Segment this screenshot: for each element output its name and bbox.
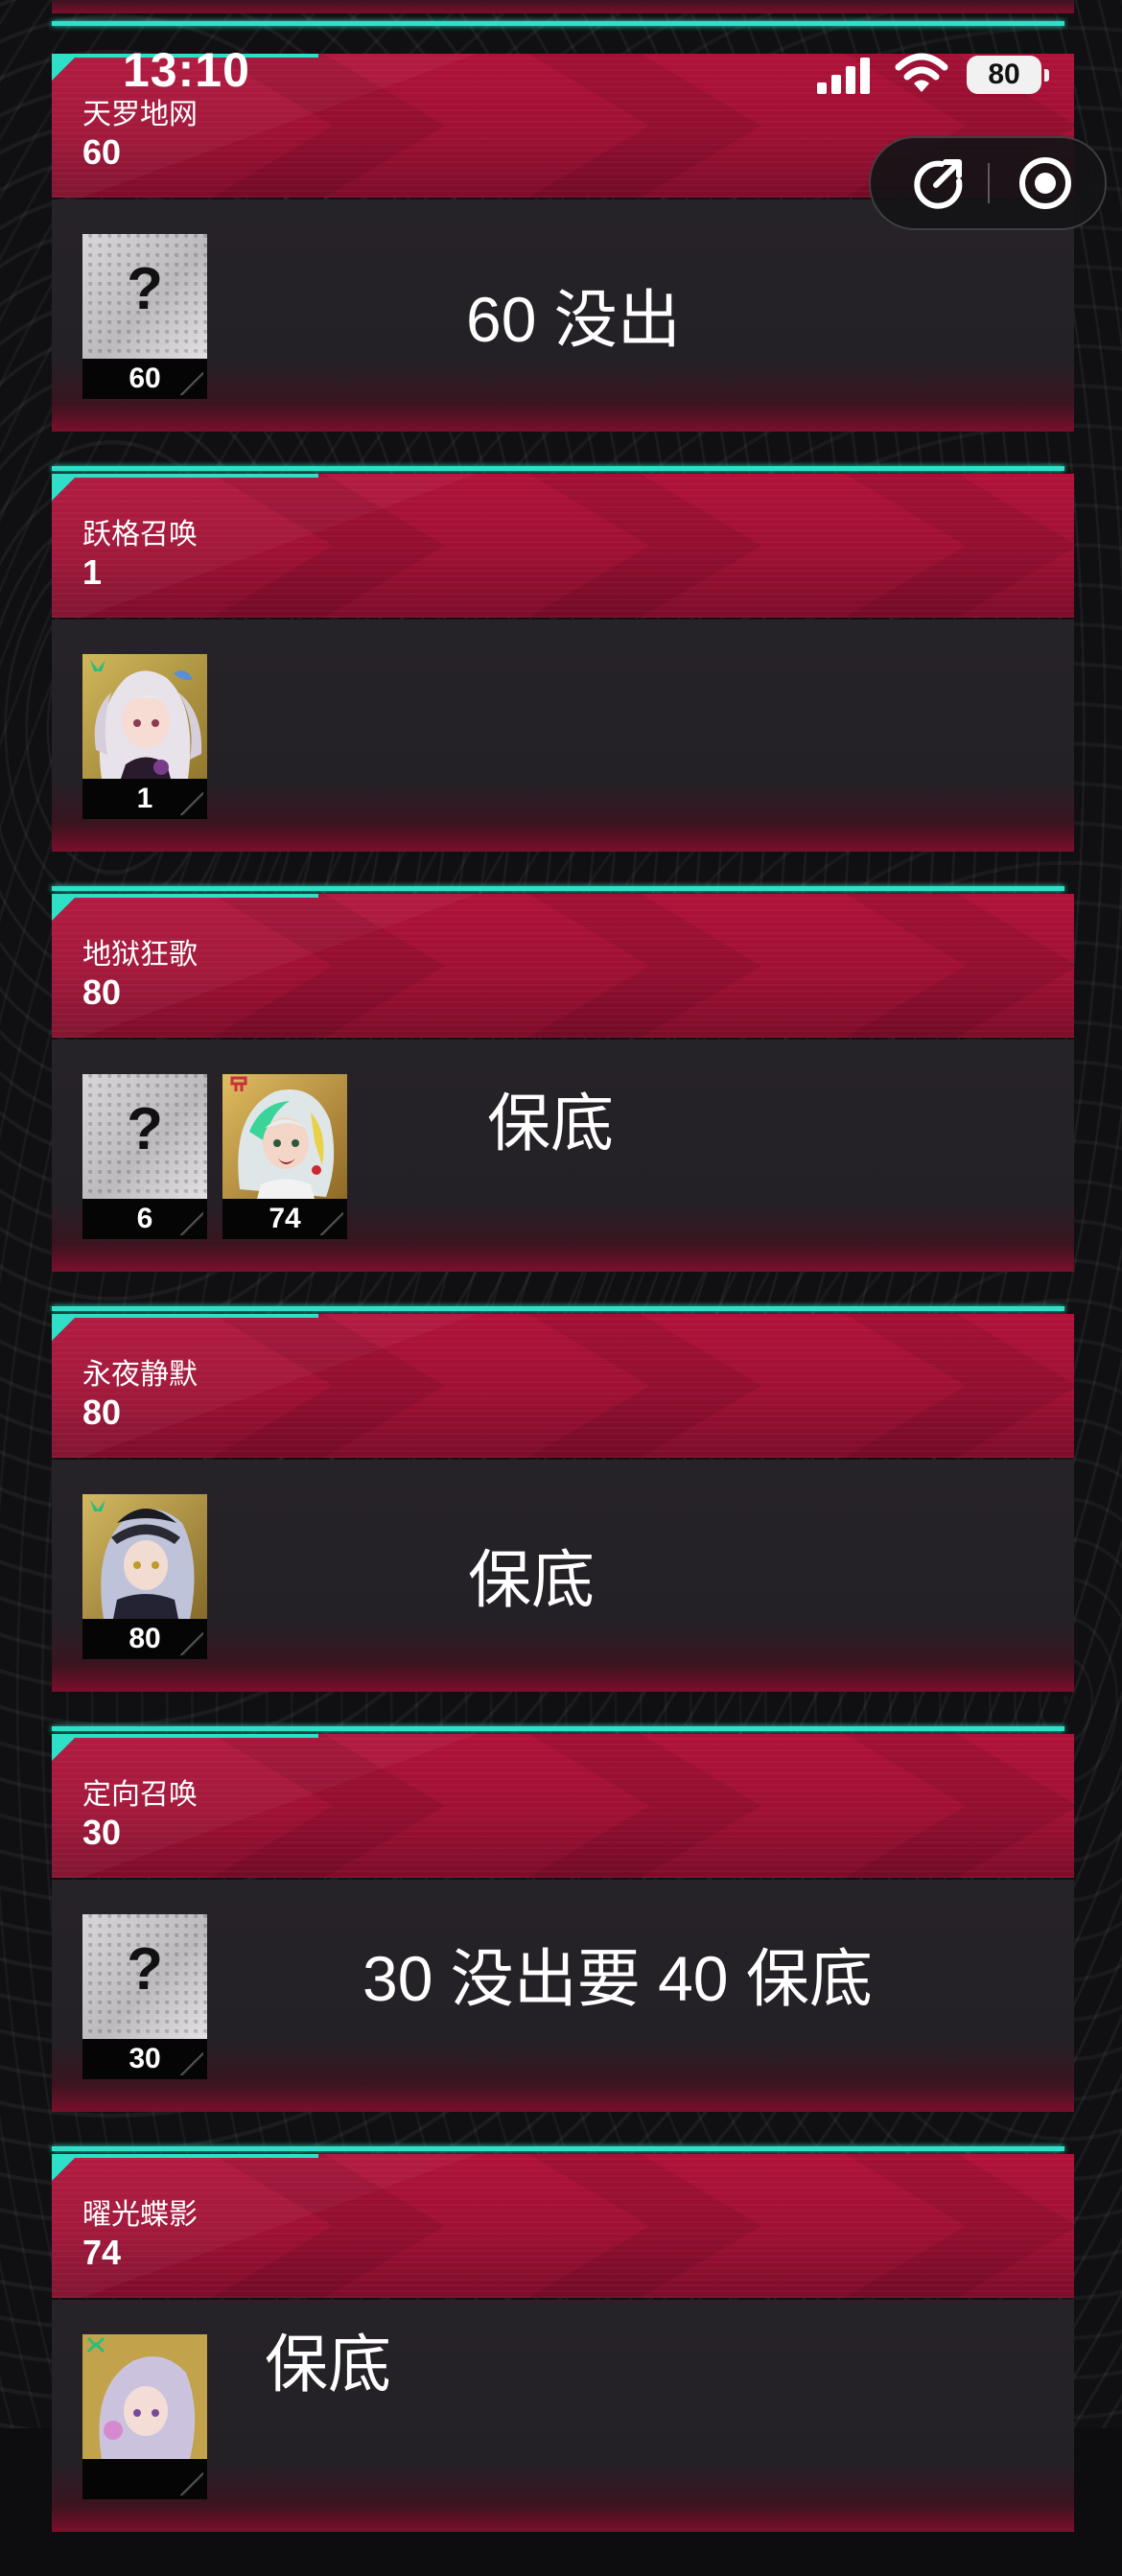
banner-title: 跃格召唤	[82, 519, 198, 550]
banner-title: 永夜静默	[82, 1359, 198, 1391]
card-header: 地狱狂歌 80	[52, 894, 1074, 1038]
banner-pull-count: 60	[82, 132, 122, 172]
pull-result-item[interactable]: ? 6	[82, 1074, 207, 1239]
banner-title: 地狱狂歌	[82, 939, 198, 971]
pull-result-item[interactable]: ? 30	[82, 1914, 207, 2079]
teal-divider	[52, 886, 1064, 891]
header-accent-tab	[52, 1314, 318, 1341]
gacha-card: 跃格召唤 1 1	[52, 474, 1074, 896]
status-bar: 13:10 80	[0, 0, 1122, 134]
pull-number: 1	[82, 779, 207, 819]
header-accent-tab	[52, 2154, 318, 2181]
banner-note: 60 没出	[466, 284, 681, 355]
cellular-signal-icon	[817, 56, 875, 94]
banner-note: 保底	[265, 2329, 391, 2400]
gacha-card: 定向召唤 30 ? 30 30 没出要 40 保底	[52, 1734, 1074, 2156]
unknown-item-icon: ?	[82, 1914, 207, 2039]
card-header: 定向召唤 30	[52, 1734, 1074, 1878]
teal-divider	[52, 466, 1064, 471]
header-accent-tab	[52, 474, 318, 501]
pull-result-item[interactable]	[82, 2334, 207, 2499]
pull-number: 74	[222, 1199, 347, 1239]
pull-number: 60	[82, 359, 207, 399]
unknown-item-icon: ?	[82, 234, 207, 359]
gacha-card: 曜光蝶影 74 保底	[52, 2154, 1074, 2576]
pull-number	[82, 2459, 207, 2499]
card-body: ? 6 74 保底	[52, 1040, 1074, 1272]
header-accent-tab	[52, 894, 318, 921]
card-body: ? 60 60 没出	[52, 199, 1074, 432]
pull-number: 80	[82, 1619, 207, 1659]
mini-program-capsule	[869, 136, 1107, 230]
pull-result-item[interactable]: ? 60	[82, 234, 207, 399]
capsule-divider	[988, 163, 990, 203]
share-icon[interactable]	[907, 152, 969, 214]
card-header: 曜光蝶影 74	[52, 2154, 1074, 2298]
teal-divider	[52, 2146, 1064, 2151]
banner-note: 保底	[468, 1544, 595, 1615]
pull-number: 6	[82, 1199, 207, 1239]
character-avatar	[82, 2334, 207, 2459]
pull-result-item[interactable]: 80	[82, 1494, 207, 1659]
character-avatar	[82, 654, 207, 779]
card-header: 跃格召唤 1	[52, 474, 1074, 618]
pull-result-item[interactable]: 74	[222, 1074, 347, 1239]
banner-pull-count: 1	[82, 552, 103, 592]
status-time: 13:10	[123, 43, 250, 97]
banner-note: 30 没出要 40 保底	[362, 1943, 873, 2014]
card-body: ? 30 30 没出要 40 保底	[52, 1880, 1074, 2112]
teal-divider	[52, 1726, 1064, 1731]
banner-title: 定向召唤	[82, 1779, 198, 1811]
card-header: 永夜静默 80	[52, 1314, 1074, 1458]
banner-pull-count: 80	[82, 972, 122, 1012]
gacha-card: 永夜静默 80 80 保底	[52, 1314, 1074, 1736]
battery-indicator: 80	[967, 56, 1049, 94]
card-body: 80 保底	[52, 1460, 1074, 1692]
target-close-icon[interactable]	[1015, 152, 1076, 214]
gacha-card: 地狱狂歌 80 ? 6 74 保底	[52, 894, 1074, 1316]
banner-pull-count: 74	[82, 2233, 122, 2272]
header-accent-tab	[52, 1734, 318, 1761]
unknown-item-icon: ?	[82, 1074, 207, 1199]
card-body: 保底	[52, 2300, 1074, 2532]
character-avatar	[82, 1494, 207, 1619]
character-avatar	[222, 1074, 347, 1199]
card-body: 1	[52, 620, 1074, 852]
banner-pull-count: 80	[82, 1393, 122, 1432]
banner-pull-count: 30	[82, 1813, 122, 1852]
pull-number: 30	[82, 2039, 207, 2079]
teal-divider	[52, 1306, 1064, 1311]
banner-note: 保底	[487, 1088, 614, 1159]
pull-result-item[interactable]: 1	[82, 654, 207, 819]
banner-title: 曜光蝶影	[82, 2199, 198, 2231]
wifi-icon	[895, 53, 948, 92]
